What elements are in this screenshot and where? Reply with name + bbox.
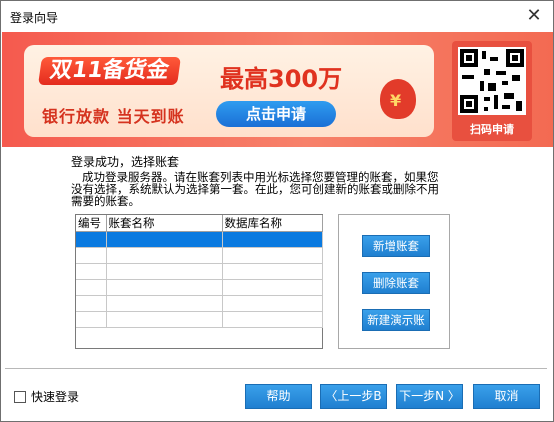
cancel-button[interactable]: 取消: [473, 384, 540, 409]
window-title: 登录向导: [10, 11, 59, 25]
ad-panel: 双11备货金 最高300万 银行放款 当天到账 点击申请: [24, 45, 434, 137]
table-row[interactable]: [76, 247, 323, 264]
account-set-table[interactable]: 编号 账套名称 数据库名称: [75, 214, 323, 349]
table-row[interactable]: [76, 263, 323, 280]
ad-amount: 最高300万: [220, 65, 343, 93]
table-row[interactable]: [76, 311, 323, 328]
apply-button[interactable]: 点击申请: [216, 101, 336, 127]
step-description: 成功登录服务器。请在账套列表中用光标选择您要管理的账套，如果您没有选择，系统默认…: [71, 171, 447, 207]
account-actions-panel: 新增账套 删除账套 新建演示账套: [338, 214, 450, 349]
delete-account-button[interactable]: 删除账套: [362, 272, 430, 294]
qr-label: 扫码申请: [470, 123, 514, 136]
table-row[interactable]: [76, 231, 323, 248]
login-wizard-window: 登录向导 ✕ 双11备货金 最高300万 银行放款 当天到账 点击申请 ¥ 扫码…: [0, 0, 554, 422]
quick-login-label: 快速登录: [31, 390, 80, 404]
quick-login-checkbox[interactable]: 快速登录: [14, 388, 79, 405]
step-description-text: 成功登录服务器。请在账套列表中用光标选择您要管理的账套，如果您没有选择，系统默认…: [71, 170, 439, 208]
next-button[interactable]: 下一步N 〉: [396, 384, 463, 409]
checkbox-icon[interactable]: [14, 391, 26, 403]
step-heading: 登录成功，选择账套: [71, 155, 180, 169]
money-bag-icon: [380, 79, 416, 119]
table-row[interactable]: [76, 279, 323, 296]
add-account-button[interactable]: 新增账套: [362, 235, 430, 257]
help-button[interactable]: 帮助: [245, 384, 312, 409]
table-header: 编号 账套名称 数据库名称: [76, 215, 323, 232]
qr-panel: 扫码申请: [452, 41, 532, 141]
previous-button[interactable]: 〈上一步B: [320, 384, 387, 409]
column-header-number[interactable]: 编号: [76, 215, 107, 232]
qr-code-icon: [458, 47, 526, 115]
title-bar: 登录向导 ✕: [1, 1, 553, 32]
column-header-account-name[interactable]: 账套名称: [106, 215, 223, 232]
ad-slogan: 银行放款 当天到账: [42, 107, 185, 126]
ad-banner[interactable]: 双11备货金 最高300万 银行放款 当天到账 点击申请 ¥ 扫码申请: [2, 32, 553, 147]
close-icon[interactable]: ✕: [521, 5, 547, 27]
table-row[interactable]: [76, 295, 323, 312]
ad-tag: 双11备货金: [38, 57, 181, 85]
column-header-database-name[interactable]: 数据库名称: [222, 215, 323, 232]
footer-divider: [5, 368, 547, 369]
account-set-grid: 编号 账套名称 数据库名称: [76, 215, 323, 328]
create-demo-account-button[interactable]: 新建演示账套: [362, 309, 430, 347]
